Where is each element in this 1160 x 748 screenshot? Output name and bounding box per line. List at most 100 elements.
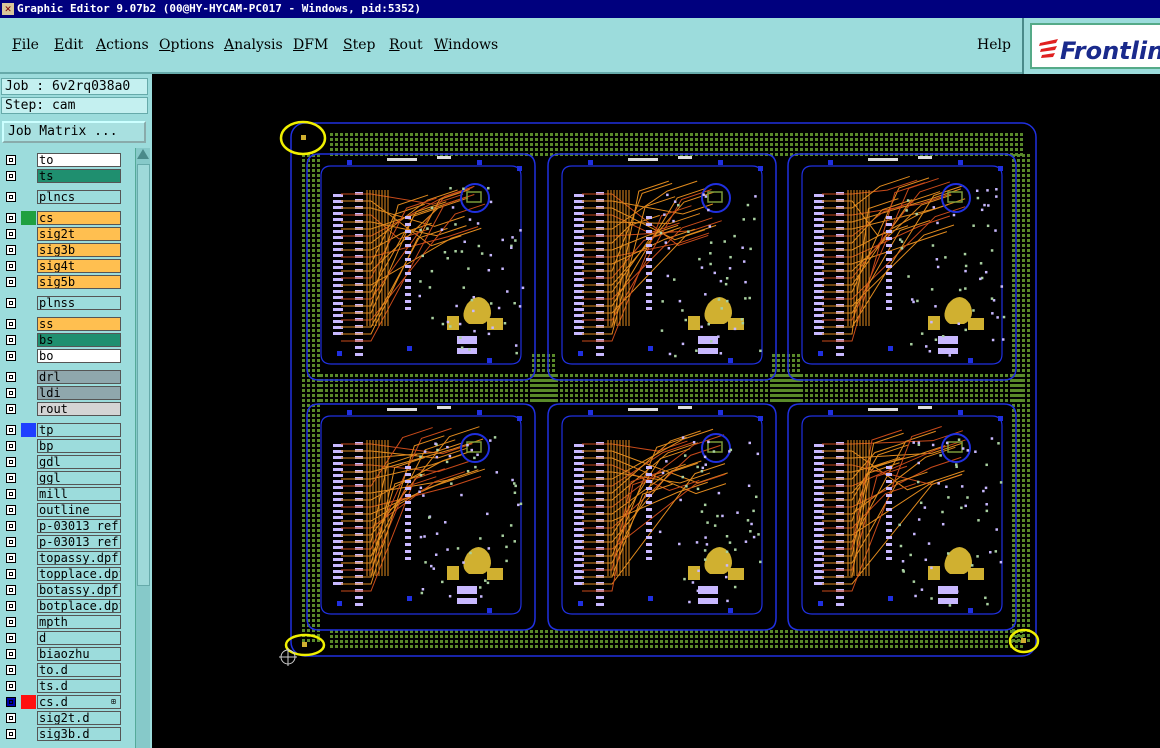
pcb-panel-view[interactable] — [152, 74, 1160, 748]
layer-list-scrollbar[interactable] — [135, 148, 150, 748]
layer-name[interactable]: topassy.dpf — [37, 551, 121, 565]
layer-name[interactable]: sig2t.d — [37, 711, 121, 725]
menu-actions[interactable]: Actions — [96, 37, 149, 53]
layer-checkbox[interactable] — [6, 729, 16, 739]
layer-color-swatch[interactable] — [21, 243, 36, 257]
layer-row[interactable]: plncs — [0, 189, 124, 205]
layer-checkbox[interactable] — [6, 681, 16, 691]
layer-checkbox[interactable] — [6, 489, 16, 499]
menu-windows[interactable]: Windows — [434, 37, 498, 53]
layer-checkbox[interactable] — [6, 537, 16, 547]
layer-name[interactable]: botplace.dpf — [37, 599, 121, 613]
layer-row[interactable]: sig5b — [0, 274, 124, 290]
layer-name[interactable]: to.d — [37, 663, 121, 677]
layer-name[interactable]: outline — [37, 503, 121, 517]
scroll-thumb[interactable] — [137, 164, 150, 586]
menu-file[interactable]: File — [12, 37, 39, 53]
menu-edit[interactable]: Edit — [54, 37, 83, 53]
menu-dfm[interactable]: DFM — [293, 37, 328, 53]
layer-row[interactable]: sig3b.d — [0, 726, 124, 742]
layer-color-swatch[interactable] — [21, 455, 36, 469]
layer-row[interactable]: mill — [0, 486, 124, 502]
layer-color-swatch[interactable] — [21, 275, 36, 289]
app-icon[interactable]: ✕ — [2, 3, 14, 15]
layer-name[interactable]: cs — [37, 211, 121, 225]
layer-row[interactable]: ggl — [0, 470, 124, 486]
layer-row[interactable]: ss — [0, 316, 124, 332]
layer-row[interactable]: sig4t — [0, 258, 124, 274]
layer-name[interactable]: plncs — [37, 190, 121, 204]
layer-row[interactable]: ldi — [0, 385, 124, 401]
layer-color-swatch[interactable] — [21, 153, 36, 167]
layer-checkbox[interactable] — [6, 229, 16, 239]
layer-name[interactable]: topplace.dpf — [37, 567, 121, 581]
layer-name[interactable]: rout — [37, 402, 121, 416]
layer-row[interactable]: gdl — [0, 454, 124, 470]
layer-row[interactable]: drl — [0, 369, 124, 385]
layer-checkbox[interactable] — [6, 633, 16, 643]
layer-checkbox[interactable] — [6, 585, 16, 595]
layer-name[interactable]: ss — [37, 317, 121, 331]
layer-color-swatch[interactable] — [21, 487, 36, 501]
layer-name[interactable]: biaozhu — [37, 647, 121, 661]
layer-row[interactable]: to — [0, 152, 124, 168]
layer-row[interactable]: plnss — [0, 295, 124, 311]
layer-checkbox[interactable] — [6, 404, 16, 414]
layer-color-swatch[interactable] — [21, 296, 36, 310]
graphic-canvas[interactable] — [152, 74, 1160, 748]
layer-name[interactable]: drl — [37, 370, 121, 384]
layer-row[interactable]: cs.d ⊞ — [0, 694, 124, 710]
layer-color-swatch[interactable] — [21, 503, 36, 517]
layer-color-swatch[interactable] — [21, 190, 36, 204]
layer-color-swatch[interactable] — [21, 349, 36, 363]
layer-checkbox[interactable] — [6, 155, 16, 165]
layer-row[interactable]: to.d — [0, 662, 124, 678]
layer-color-swatch[interactable] — [21, 535, 36, 549]
layer-name[interactable]: p-03013_ref — [37, 519, 121, 533]
layer-row[interactable]: rout — [0, 401, 124, 417]
layer-row[interactable]: bo — [0, 348, 124, 364]
menu-help[interactable]: Help — [977, 37, 1011, 53]
layer-name[interactable]: gdl — [37, 455, 121, 469]
layer-checkbox[interactable] — [6, 351, 16, 361]
layer-color-swatch[interactable] — [21, 259, 36, 273]
layer-checkbox[interactable] — [6, 425, 16, 435]
layer-row[interactable]: topplace.dpf — [0, 566, 124, 582]
layer-name[interactable]: mpth — [37, 615, 121, 629]
layer-color-swatch[interactable] — [21, 615, 36, 629]
layer-name[interactable]: cs.d — [37, 695, 121, 709]
layer-row[interactable]: tp — [0, 422, 124, 438]
layer-color-swatch[interactable] — [21, 402, 36, 416]
layer-row[interactable]: ts — [0, 168, 124, 184]
layer-row[interactable]: ts.d — [0, 678, 124, 694]
layer-row[interactable]: bp — [0, 438, 124, 454]
menu-analysis[interactable]: Analysis — [224, 37, 283, 53]
layer-name[interactable]: sig3b — [37, 243, 121, 257]
layer-checkbox[interactable] — [6, 213, 16, 223]
layer-color-swatch[interactable] — [21, 386, 36, 400]
layer-color-swatch[interactable] — [21, 663, 36, 677]
layer-name[interactable]: sig5b — [37, 275, 121, 289]
layer-name[interactable]: p-03013_ref — [37, 535, 121, 549]
layer-row[interactable]: outline — [0, 502, 124, 518]
layer-color-swatch[interactable] — [21, 583, 36, 597]
layer-name[interactable]: botassy.dpf — [37, 583, 121, 597]
layer-checkbox[interactable] — [6, 473, 16, 483]
layer-color-swatch[interactable] — [21, 599, 36, 613]
layer-name[interactable]: plnss — [37, 296, 121, 310]
layer-color-swatch[interactable] — [21, 333, 36, 347]
layer-name[interactable]: tp — [37, 423, 121, 437]
layer-checkbox[interactable] — [6, 457, 16, 467]
layer-name[interactable]: sig3b.d — [37, 727, 121, 741]
layer-row[interactable]: botassy.dpf — [0, 582, 124, 598]
layer-color-swatch[interactable] — [21, 711, 36, 725]
layer-checkbox[interactable] — [6, 601, 16, 611]
layer-name[interactable]: d — [37, 631, 121, 645]
layer-checkbox[interactable] — [6, 372, 16, 382]
layer-color-swatch[interactable] — [21, 519, 36, 533]
layer-checkbox[interactable] — [6, 521, 16, 531]
layer-checkbox[interactable] — [6, 171, 16, 181]
layer-checkbox[interactable] — [6, 335, 16, 345]
layer-checkbox[interactable] — [6, 441, 16, 451]
layer-checkbox[interactable] — [6, 665, 16, 675]
